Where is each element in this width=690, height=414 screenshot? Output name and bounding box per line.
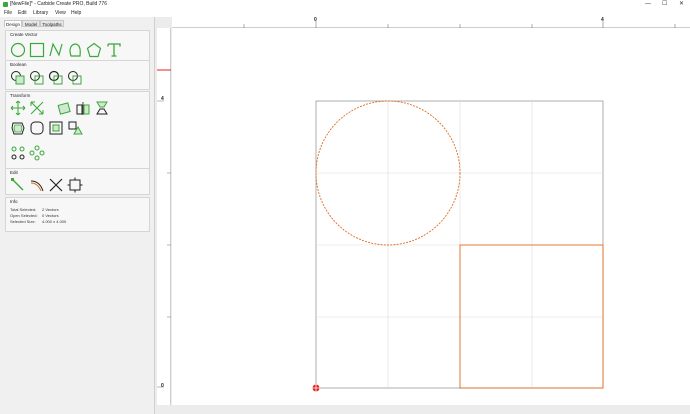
title-bar: [NewFile]* - Carbide Create PRO, Build 7… bbox=[0, 0, 690, 9]
knife-icon[interactable] bbox=[29, 177, 45, 193]
info-value: 0 Vectors bbox=[42, 213, 59, 218]
group-title: Transform bbox=[10, 93, 31, 98]
menu-view[interactable]: View bbox=[55, 9, 66, 17]
node-edit-icon[interactable] bbox=[10, 177, 26, 193]
info-total-selected: Total Selected: 2 Vectors bbox=[10, 207, 59, 212]
tab-design[interactable]: Design bbox=[4, 20, 22, 27]
group-title: Edit bbox=[10, 170, 18, 175]
window-title: [NewFile]* - Carbide Create PRO, Build 7… bbox=[10, 1, 107, 7]
info-label: Open Selected: bbox=[10, 213, 38, 218]
info-open-selected: Open Selected: 0 Vectors bbox=[10, 213, 59, 218]
group-title: Boolean bbox=[10, 62, 27, 67]
boolean-difference-icon[interactable] bbox=[48, 70, 64, 86]
info-value: 4.000 x 4.000 bbox=[42, 219, 67, 224]
menu-file[interactable]: File bbox=[4, 9, 12, 17]
group-title: Info bbox=[10, 199, 18, 204]
fillet-icon[interactable] bbox=[29, 120, 45, 136]
menu-help[interactable]: Help bbox=[71, 9, 81, 17]
boolean-group: Boolean bbox=[5, 60, 150, 90]
rotate-icon[interactable] bbox=[56, 100, 72, 116]
ruler-label-v0: 0 bbox=[161, 383, 164, 389]
menu-bar: File Edit Library View Help bbox=[0, 9, 690, 17]
ruler-ticks bbox=[243, 21, 676, 28]
array-circular-icon[interactable] bbox=[29, 145, 45, 161]
boolean-intersection-icon[interactable] bbox=[67, 70, 83, 86]
ruler-label-v4: 4 bbox=[161, 96, 164, 102]
inset-icon[interactable] bbox=[48, 120, 64, 136]
info-label: Total Selected: bbox=[10, 207, 37, 212]
edit-group: Edit bbox=[5, 168, 150, 195]
polyline-tool-icon[interactable] bbox=[48, 42, 64, 58]
rectangle-tool-icon[interactable] bbox=[29, 42, 45, 58]
curve-tool-icon[interactable] bbox=[67, 42, 83, 58]
tab-toolpaths[interactable]: Toolpaths bbox=[40, 20, 64, 27]
info-selected-size: Selected Size: 4.000 x 4.000 bbox=[10, 219, 66, 224]
info-group: Info Total Selected: 2 Vectors Open Sele… bbox=[5, 197, 150, 232]
offset-icon[interactable] bbox=[10, 120, 26, 136]
join-icon[interactable] bbox=[67, 177, 83, 193]
canvas-drawing bbox=[312, 100, 604, 392]
circle-tool-icon[interactable] bbox=[10, 42, 26, 58]
ruler-ticks bbox=[157, 69, 171, 388]
maximize-button[interactable]: ☐ bbox=[662, 0, 667, 9]
menu-edit[interactable]: Edit bbox=[18, 9, 27, 17]
polygon-tool-icon[interactable] bbox=[86, 42, 102, 58]
material-boundary bbox=[315, 100, 604, 389]
info-value: 2 Vectors bbox=[42, 207, 59, 212]
menu-library[interactable]: Library bbox=[33, 9, 48, 17]
info-label: Selected Size: bbox=[10, 219, 36, 224]
ruler-label-h4: 4 bbox=[601, 17, 604, 23]
group-title: Create Vector bbox=[10, 32, 38, 37]
ruler-label-h0: 0 bbox=[314, 17, 317, 23]
minimize-button[interactable]: — bbox=[645, 0, 651, 9]
tab-model[interactable]: Model bbox=[22, 20, 40, 27]
align-icon[interactable] bbox=[67, 120, 83, 136]
text-tool-icon[interactable] bbox=[106, 42, 122, 58]
app-logo-icon bbox=[3, 2, 8, 7]
horizontal-scrollbar[interactable] bbox=[157, 405, 690, 414]
boolean-subtract-icon[interactable] bbox=[29, 70, 45, 86]
array-grid-icon[interactable] bbox=[10, 145, 26, 161]
vertical-ruler: 4 0 bbox=[157, 28, 171, 405]
design-panel: Design Model Toolpaths Create Vector Boo… bbox=[0, 17, 155, 414]
close-button[interactable]: ✕ bbox=[679, 0, 684, 9]
move-icon[interactable] bbox=[10, 100, 26, 116]
horizontal-ruler: 0 4 bbox=[172, 17, 690, 28]
trim-icon[interactable] bbox=[48, 177, 64, 193]
design-canvas[interactable] bbox=[172, 28, 690, 405]
flip-icon[interactable] bbox=[94, 100, 110, 116]
mirror-icon[interactable] bbox=[75, 100, 91, 116]
boolean-union-icon[interactable] bbox=[10, 70, 26, 86]
scale-icon[interactable] bbox=[29, 100, 45, 116]
